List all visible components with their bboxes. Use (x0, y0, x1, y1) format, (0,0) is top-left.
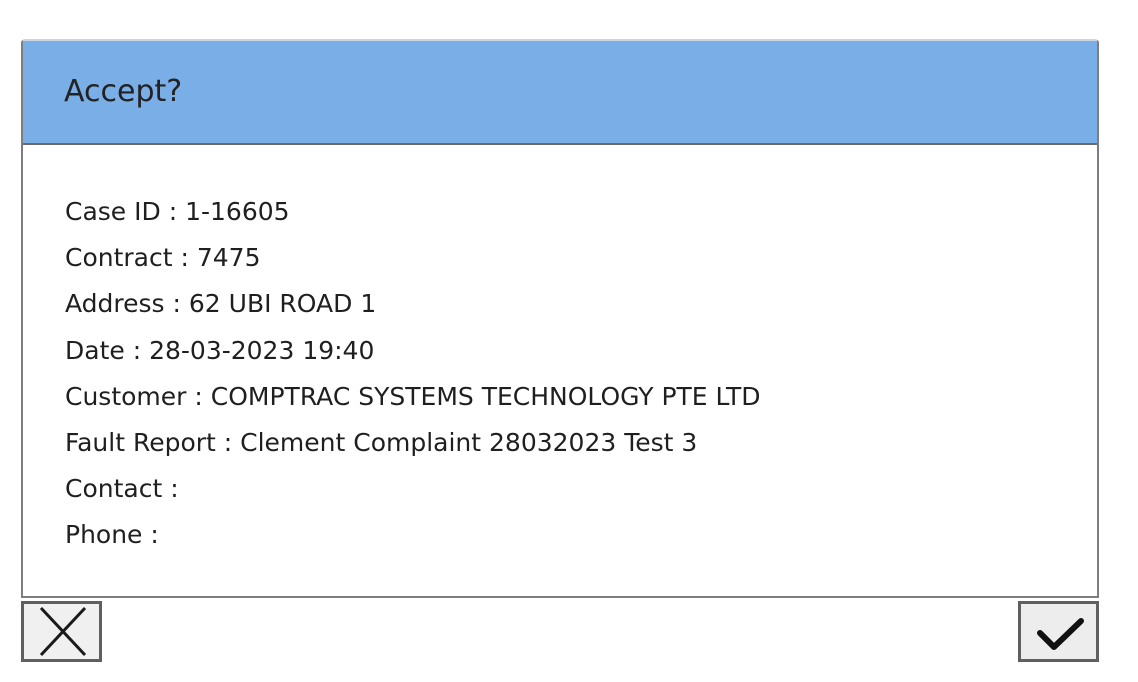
customer-value: COMPTRAC SYSTEMS TECHNOLOGY PTE LTD (210, 381, 761, 411)
date-label: Date : (65, 335, 142, 365)
fault-report-value: Clement Complaint 28032023 Test 3 (240, 427, 698, 457)
date-value: 28-03-2023 19:40 (149, 335, 375, 365)
customer-line: Customer : COMPTRAC SYSTEMS TECHNOLOGY P… (65, 374, 761, 420)
checkmark-icon (1037, 618, 1084, 650)
case-id-value: 1-16605 (185, 197, 290, 226)
contract-label: Contract : (65, 243, 189, 273)
case-id-label: Case ID : (65, 197, 178, 226)
close-x-icon (39, 606, 87, 657)
address-label: Address : (65, 289, 181, 319)
phone-line: Phone : (65, 512, 761, 558)
case-id-line: Case ID : 1-16605 (65, 189, 761, 235)
customer-label: Customer : (65, 381, 203, 411)
address-value: 62 UBI ROAD 1 (188, 289, 377, 319)
address-line: Address : 62 UBI ROAD 1 (65, 281, 761, 327)
contact-line: Contact : (65, 466, 761, 512)
accept-button[interactable] (1018, 601, 1099, 662)
dialog-body: Case ID : 1-16605 Contract : 7475 Addres… (65, 189, 761, 559)
fault-report-line: Fault Report : Clement Complaint 2803202… (65, 420, 761, 466)
dialog-header: Accept? (23, 41, 1097, 145)
contract-line: Contract : 7475 (65, 235, 761, 281)
accept-dialog: Accept? Case ID : 1-16605 Contract : 747… (21, 39, 1099, 598)
dialog-title: Accept? (64, 74, 183, 109)
contact-label: Contact : (65, 474, 179, 504)
phone-label: Phone : (65, 520, 159, 550)
fault-report-label: Fault Report : (65, 427, 233, 457)
cancel-button[interactable] (21, 601, 102, 662)
contract-value: 7475 (196, 243, 261, 273)
date-line: Date : 28-03-2023 19:40 (65, 328, 761, 374)
